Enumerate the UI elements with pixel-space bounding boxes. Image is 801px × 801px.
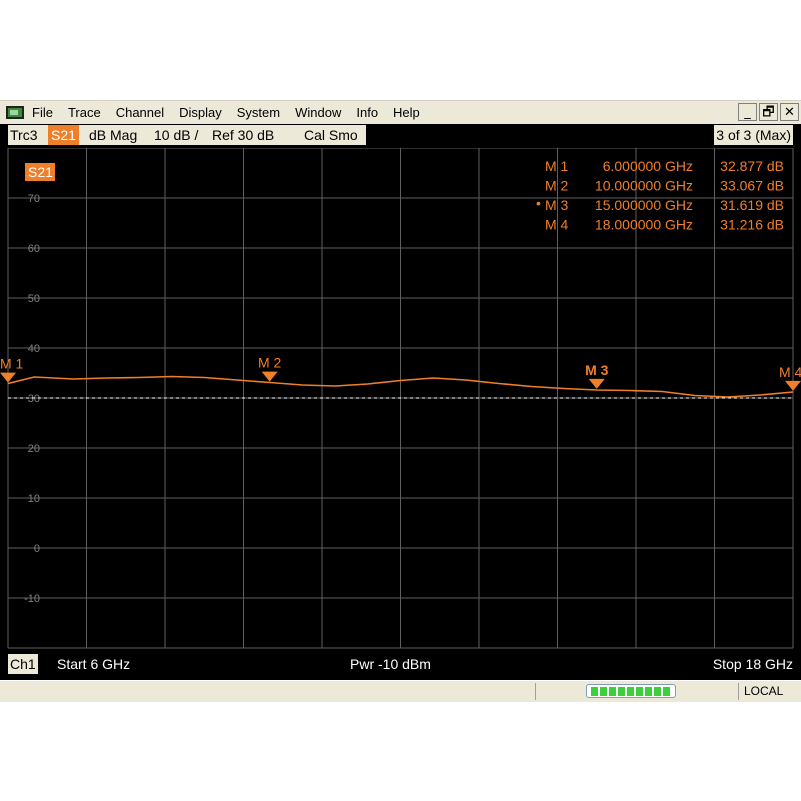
progress-block bbox=[600, 686, 607, 696]
marker-label: M 1 bbox=[0, 356, 24, 372]
marker-readout-label: M 2 bbox=[545, 178, 569, 194]
measurement-label[interactable]: S21 bbox=[48, 125, 79, 145]
marker-label: M 2 bbox=[258, 355, 282, 371]
restore-button[interactable]: 🗗 bbox=[759, 103, 778, 121]
window-controls: _ 🗗 ✕ bbox=[738, 103, 799, 121]
progress-block bbox=[663, 686, 670, 696]
y-tick-label: -10 bbox=[24, 593, 40, 605]
menu-help[interactable]: Help bbox=[393, 105, 420, 120]
channel-bar: Ch1 Start 6 GHz Pwr -10 dBm Stop 18 GHz bbox=[0, 652, 801, 676]
progress-block bbox=[618, 686, 625, 696]
y-tick-label: 0 bbox=[34, 543, 40, 555]
analyzer-app-icon[interactable] bbox=[6, 106, 24, 119]
y-tick-labels: 70 60 50 40 30 20 10 0 -10 bbox=[24, 193, 40, 605]
marker-readout-value: 31.216 dB bbox=[720, 217, 784, 233]
marker-triangle bbox=[261, 371, 278, 382]
menu-channel[interactable]: Channel bbox=[116, 105, 164, 120]
marker-label: M 4 bbox=[779, 364, 801, 380]
y-tick-label: 30 bbox=[28, 393, 40, 405]
progress-block bbox=[654, 686, 661, 696]
trace-name[interactable]: Trc3 bbox=[10, 125, 37, 145]
marker-triangle bbox=[785, 380, 801, 391]
channel-label[interactable]: Ch1 bbox=[8, 654, 38, 674]
minimize-button[interactable]: _ bbox=[738, 103, 757, 121]
sweep-progress-bar bbox=[586, 684, 676, 698]
progress-block bbox=[627, 686, 634, 696]
start-frequency[interactable]: Start 6 GHz bbox=[57, 654, 130, 674]
analyzer-screen: Trc3 S21 dB Mag 10 dB / Ref 30 dB Cal Sm… bbox=[0, 124, 801, 680]
menu-window[interactable]: Window bbox=[295, 105, 341, 120]
cal-status-label: Cal Smo bbox=[304, 127, 358, 143]
active-marker-dot: • bbox=[536, 195, 541, 211]
progress-block bbox=[636, 686, 643, 696]
trace-info-bar: Trc3 S21 dB Mag 10 dB / Ref 30 dB Cal Sm… bbox=[0, 124, 801, 146]
menu-file[interactable]: File bbox=[32, 105, 53, 120]
s21-badge: S21 bbox=[28, 164, 53, 180]
progress-block bbox=[609, 686, 616, 696]
status-divider bbox=[738, 683, 739, 700]
power-level[interactable]: Pwr -10 dBm bbox=[350, 654, 431, 674]
marker-label: M 3 bbox=[585, 362, 609, 378]
marker-readout-value: 33.067 dB bbox=[720, 178, 784, 194]
stop-frequency[interactable]: Stop 18 GHz bbox=[713, 654, 793, 674]
y-tick-label: 50 bbox=[28, 293, 40, 305]
y-tick-label: 70 bbox=[28, 193, 40, 205]
progress-block bbox=[645, 686, 652, 696]
y-tick-label: 20 bbox=[28, 443, 40, 455]
remote-mode-label: LOCAL bbox=[744, 684, 784, 698]
marker-readout-value: 31.619 dB bbox=[720, 197, 784, 213]
reference-label[interactable]: Ref 30 dB bbox=[212, 125, 274, 145]
marker-readout-label: M 1 bbox=[545, 158, 569, 174]
marker-readout-label: M 3 bbox=[545, 197, 569, 213]
marker-readout-frequency: 10.000000 GHz bbox=[595, 178, 693, 194]
format-label[interactable]: dB Mag bbox=[89, 125, 137, 145]
status-divider bbox=[535, 683, 536, 700]
y-tick-label: 40 bbox=[28, 343, 40, 355]
marker-readout: M 1 6.000000 GHz 32.877 dB M 2 10.000000 GHz… bbox=[536, 158, 784, 233]
menu-system[interactable]: System bbox=[237, 105, 280, 120]
close-button[interactable]: ✕ bbox=[780, 103, 799, 121]
marker-readout-frequency: 18.000000 GHz bbox=[595, 217, 693, 233]
marker-triangle bbox=[588, 378, 605, 389]
marker-readout-frequency: 15.000000 GHz bbox=[595, 197, 693, 213]
menu-trace[interactable]: Trace bbox=[68, 105, 101, 120]
y-tick-label: 10 bbox=[28, 493, 40, 505]
status-bar: LOCAL bbox=[0, 680, 801, 702]
marker-triangle bbox=[0, 372, 16, 383]
menu-display[interactable]: Display bbox=[179, 105, 222, 120]
menu-bar: File Trace Channel Display System Window… bbox=[0, 100, 801, 124]
trace-count-label: 3 of 3 (Max) bbox=[714, 125, 793, 145]
progress-block bbox=[591, 686, 598, 696]
trace-plot[interactable]: 70 60 50 40 30 20 10 0 -10 M 1 M 2 M 3 M 4 M 1 6.000… bbox=[0, 148, 801, 652]
marker-readout-frequency: 6.000000 GHz bbox=[603, 158, 693, 174]
menu-info[interactable]: Info bbox=[356, 105, 378, 120]
marker-readout-value: 32.877 dB bbox=[720, 158, 784, 174]
scale-label[interactable]: 10 dB / bbox=[154, 125, 198, 145]
y-tick-label: 60 bbox=[28, 243, 40, 255]
marker-readout-label: M 4 bbox=[545, 217, 569, 233]
